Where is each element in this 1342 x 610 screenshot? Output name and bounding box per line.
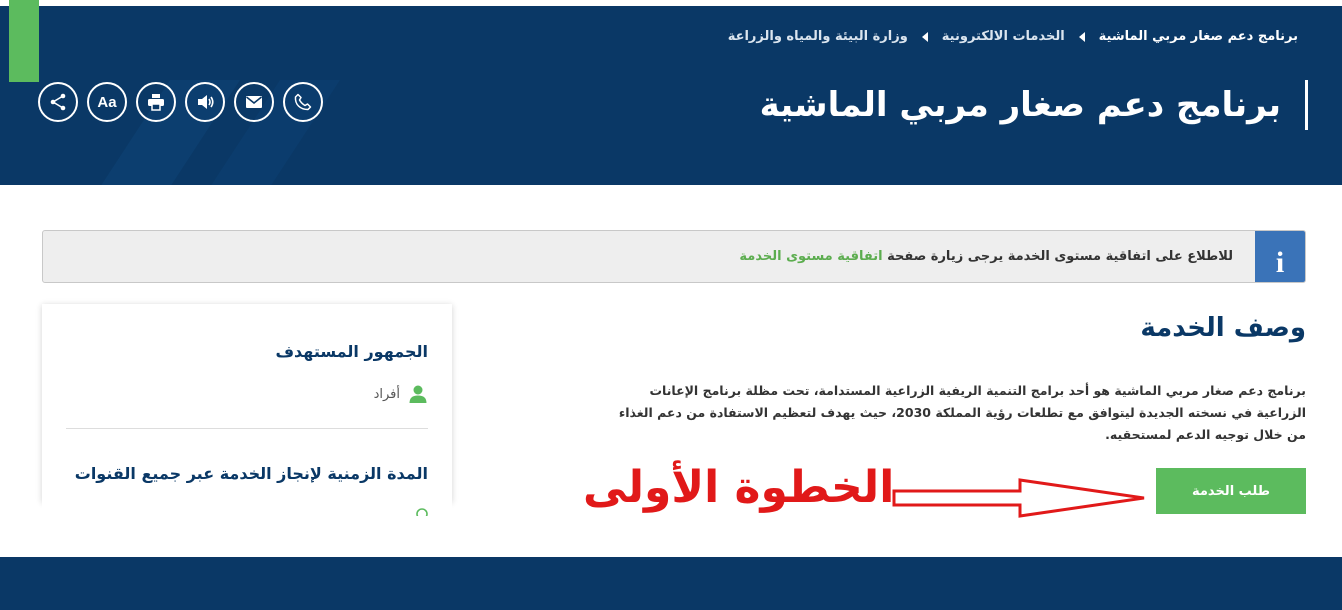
sla-link[interactable]: اتفاقية مستوى الخدمة bbox=[739, 249, 882, 264]
card-divider bbox=[66, 428, 428, 429]
notice-message: للاطلاع على اتفاقية مستوى الخدمة يرجى زي… bbox=[739, 249, 1233, 264]
notice-text: للاطلاع على اتفاقية مستوى الخدمة يرجى زي… bbox=[887, 249, 1233, 264]
font-size-icon: Aa bbox=[97, 93, 117, 111]
card-overflow bbox=[42, 502, 452, 516]
email-button[interactable] bbox=[234, 82, 274, 122]
print-icon bbox=[148, 94, 164, 111]
page-footer bbox=[0, 557, 1342, 610]
breadcrumb: وزارة البيئة والمياه والزراعة الخدمات ال… bbox=[728, 29, 1298, 44]
sla-notice: i للاطلاع على اتفاقية مستوى الخدمة يرجى … bbox=[42, 230, 1306, 283]
clock-icon bbox=[416, 508, 428, 516]
annotation-arrow-icon bbox=[892, 478, 1145, 518]
page-title: برنامج دعم صغار مربي الماشية bbox=[759, 84, 1281, 125]
breadcrumb-separator-icon bbox=[921, 31, 928, 42]
top-strip bbox=[0, 0, 1342, 6]
mail-icon bbox=[246, 96, 262, 108]
font-size-button[interactable]: Aa bbox=[87, 82, 127, 122]
page-tools: Aa bbox=[38, 82, 323, 122]
breadcrumb-e-services[interactable]: الخدمات الالكترونية bbox=[942, 29, 1065, 44]
print-button[interactable] bbox=[136, 82, 176, 122]
title-accent-bar bbox=[1305, 80, 1308, 130]
listen-button[interactable] bbox=[185, 82, 225, 122]
target-audience-value: أفراد bbox=[373, 386, 400, 402]
target-audience-item: أفراد bbox=[374, 384, 428, 404]
user-icon bbox=[409, 385, 427, 403]
accent-tab bbox=[9, 0, 39, 82]
breadcrumb-current: برنامج دعم صغار مربي الماشية bbox=[1098, 29, 1298, 44]
page-header: وزارة البيئة والمياه والزراعة الخدمات ال… bbox=[0, 0, 1342, 185]
duration-heading: المدة الزمنية لإنجاز الخدمة عبر جميع الق… bbox=[74, 464, 428, 483]
share-icon bbox=[50, 93, 66, 111]
target-audience-heading: الجمهور المستهدف bbox=[275, 342, 428, 361]
share-button[interactable] bbox=[38, 82, 78, 122]
call-button[interactable] bbox=[283, 82, 323, 122]
service-info-card: الجمهور المستهدف أفراد المدة الزمنية لإن… bbox=[42, 304, 452, 502]
request-service-button[interactable]: طلب الخدمة bbox=[1156, 468, 1306, 514]
service-description-text: برنامج دعم صغار مربي الماشية هو أحد برام… bbox=[618, 383, 1306, 442]
phone-icon bbox=[294, 93, 312, 111]
breadcrumb-ministry[interactable]: وزارة البيئة والمياه والزراعة bbox=[728, 29, 908, 44]
service-description-title: وصف الخدمة bbox=[1140, 313, 1306, 343]
title-block: برنامج دعم صغار مربي الماشية bbox=[760, 80, 1308, 130]
breadcrumb-separator-icon bbox=[1078, 31, 1085, 42]
info-icon: i bbox=[1255, 231, 1305, 282]
annotation-label: الخطوة الأولى bbox=[583, 462, 895, 513]
page: وزارة البيئة والمياه والزراعة الخدمات ال… bbox=[0, 0, 1342, 610]
speaker-icon bbox=[198, 95, 214, 109]
